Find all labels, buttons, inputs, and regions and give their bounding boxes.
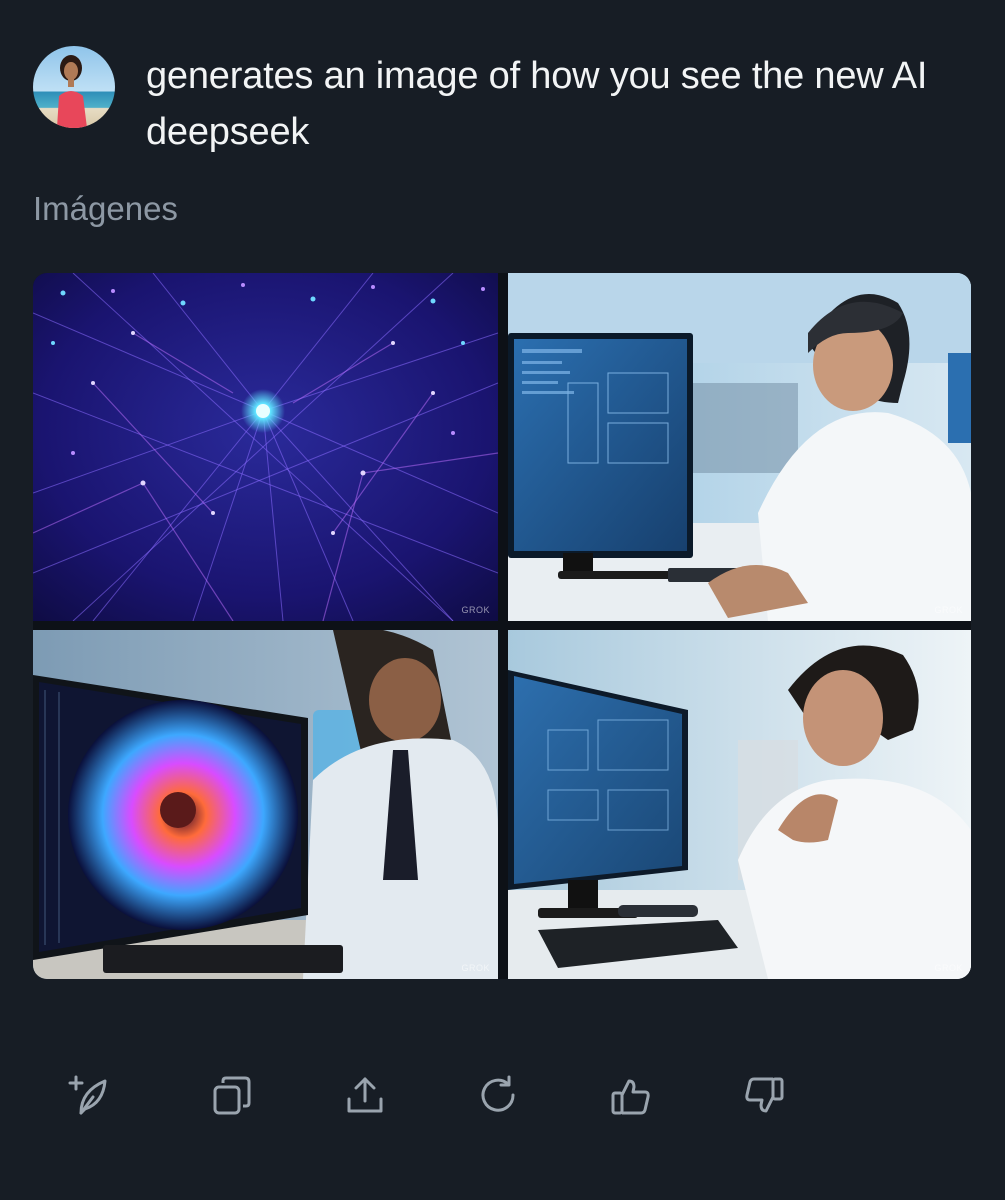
grok-watermark: GROK (934, 963, 963, 973)
new-edit-button[interactable] (60, 1066, 120, 1126)
thumbs-down-icon (745, 1077, 784, 1113)
user-avatar[interactable] (33, 46, 115, 128)
refresh-icon (481, 1075, 515, 1112)
share-icon (347, 1077, 383, 1113)
copy-button[interactable] (202, 1066, 262, 1126)
neural-network-image[interactable]: GROK (33, 273, 498, 621)
grok-watermark: GROK (461, 963, 490, 973)
share-button[interactable] (335, 1066, 395, 1126)
image-grid: GROK GROK GROK GROK (33, 273, 971, 979)
avatar-image (33, 46, 115, 128)
scientist-thinking-lab-image[interactable]: GROK (508, 630, 971, 979)
copy-icon (213, 1076, 251, 1115)
regenerate-button[interactable] (468, 1066, 528, 1126)
images-section-label: Imágenes (33, 190, 178, 227)
grok-watermark: GROK (461, 605, 490, 615)
prompt-text: generates an image of how you see the ne… (146, 55, 928, 153)
like-button[interactable] (601, 1066, 661, 1126)
scientist-monitor-image[interactable]: GROK (508, 273, 971, 621)
dislike-button[interactable] (734, 1066, 794, 1126)
thumbs-up-icon (611, 1079, 650, 1115)
grok-watermark: GROK (934, 605, 963, 615)
action-bar (60, 1066, 820, 1126)
professional-cosmic-display-image[interactable]: GROK (33, 630, 498, 979)
feather-plus-icon (68, 1075, 107, 1115)
